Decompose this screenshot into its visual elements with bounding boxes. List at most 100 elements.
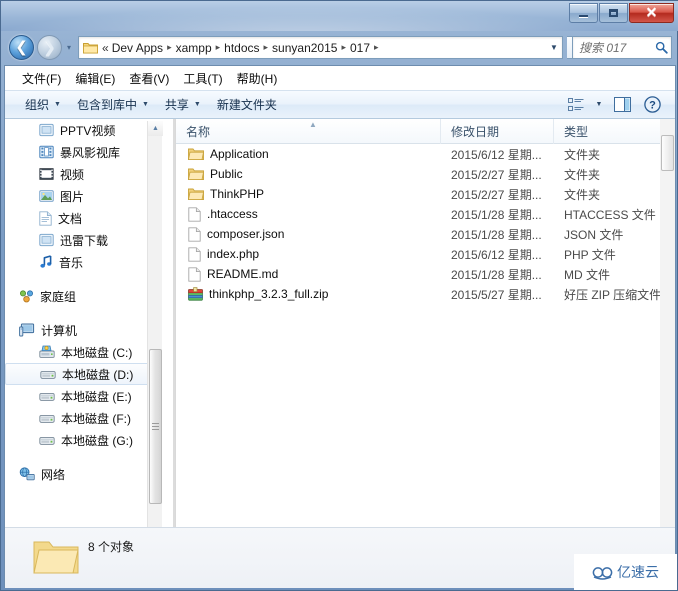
sidebar-item-8[interactable]: 家庭组: [5, 285, 155, 307]
breadcrumb-overflow[interactable]: «: [100, 41, 109, 55]
file-list-pane[interactable]: 名称 ▲ 修改日期 类型 Application 2015/6/12 星期... 文…: [175, 119, 675, 588]
sidebar-item-0[interactable]: PPTV视频: [5, 119, 155, 141]
column-header-date-modified[interactable]: 修改日期: [441, 119, 554, 144]
drive-icon: [39, 389, 55, 403]
drive-icon: [39, 411, 55, 425]
sidebar-item-label: 迅雷下载: [60, 233, 109, 248]
column-header-type[interactable]: 类型: [554, 119, 661, 144]
search-box[interactable]: 搜索 017: [572, 36, 672, 59]
music-icon: [39, 255, 53, 269]
toolbar-organize-label: 组织: [25, 98, 50, 112]
file-date-cell: 2015/6/12 星期...: [451, 147, 542, 162]
forward-button[interactable]: ❯: [37, 35, 62, 60]
sidebar-item-label: 计算机: [41, 323, 78, 338]
file-date-cell: 2015/5/27 星期...: [451, 287, 542, 302]
menu-edit[interactable]: 编辑(E): [68, 67, 122, 90]
toolbar-share[interactable]: 共享 ▼: [157, 92, 209, 117]
breadcrumb-htdocs[interactable]: htdocs: [221, 39, 262, 57]
sidebar-item-17[interactable]: 网络: [5, 463, 155, 485]
column-header-name[interactable]: 名称 ▲: [176, 119, 441, 144]
maximize-button[interactable]: [599, 3, 628, 23]
system-drive-icon: [39, 345, 55, 359]
file-name-cell[interactable]: .htaccess: [176, 206, 441, 222]
file-name-cell[interactable]: Application: [176, 147, 441, 161]
toolbar-organize[interactable]: 组织 ▼: [17, 92, 69, 117]
sidebar-item-label: 本地磁盘 (F:): [61, 411, 131, 426]
menu-view[interactable]: 查看(V): [122, 67, 176, 90]
breadcrumb-xampp[interactable]: xampp: [173, 39, 215, 57]
file-name-cell[interactable]: index.php: [176, 246, 441, 262]
folder-icon: [33, 536, 79, 576]
file-type-cell: 文件夹: [564, 147, 601, 162]
scroll-up-button[interactable]: ▲: [148, 121, 163, 136]
drive-icon: [39, 433, 55, 447]
sidebar-item-14[interactable]: 本地磁盘 (F:): [5, 407, 155, 429]
sidebar-item-11[interactable]: 本地磁盘 (C:): [5, 341, 155, 363]
help-button[interactable]: ?: [639, 94, 665, 116]
menu-tools[interactable]: 工具(T): [176, 67, 229, 90]
breadcrumb-separator[interactable]: ▸: [373, 42, 380, 53]
table-row[interactable]: index.php 2015/6/12 星期... PHP 文件: [176, 244, 661, 264]
folder-icon: [188, 167, 204, 181]
file-name-label: composer.json: [207, 227, 285, 241]
file-name-cell[interactable]: composer.json: [176, 226, 441, 242]
file-name-cell[interactable]: thinkphp_3.2.3_full.zip: [176, 287, 441, 301]
change-view-button[interactable]: [563, 94, 589, 116]
sidebar-item-6[interactable]: 音乐: [5, 251, 155, 273]
back-arrow-icon: ❮: [15, 39, 28, 56]
table-row[interactable]: Public 2015/2/27 星期... 文件夹: [176, 164, 661, 184]
sidebar-item-12[interactable]: 本地磁盘 (D:): [5, 363, 149, 385]
breadcrumb-sunyan2015[interactable]: sunyan2015: [269, 39, 340, 57]
file-name-label: ThinkPHP: [210, 187, 265, 201]
navigation-tree: PPTV视频 暴风影视库 视频 图片 文档 迅雷下载 音乐 家庭组 计算机 本地磁盘 (C:) 本地…: [5, 119, 155, 485]
file-type-cell: JSON 文件: [564, 227, 624, 242]
breadcrumb-017[interactable]: 017: [347, 39, 373, 57]
table-row[interactable]: Application 2015/6/12 星期... 文件夹: [176, 144, 661, 164]
file-date-cell: 2015/1/28 星期...: [451, 227, 542, 242]
close-button[interactable]: ✕: [629, 3, 674, 23]
toolbar-new-folder[interactable]: 新建文件夹: [209, 92, 285, 117]
table-row[interactable]: thinkphp_3.2.3_full.zip 2015/5/27 星期... 好压…: [176, 284, 661, 304]
sidebar-item-10[interactable]: 计算机: [5, 319, 155, 341]
table-row[interactable]: ThinkPHP 2015/2/27 星期... 文件夹: [176, 184, 661, 204]
storm-video-library-icon: [39, 145, 54, 159]
toolbar-include-in-library[interactable]: 包含到库中 ▼: [69, 92, 157, 117]
table-row[interactable]: README.md 2015/1/28 星期... MD 文件: [176, 264, 661, 284]
scrollbar-thumb[interactable]: [661, 135, 674, 171]
address-bar[interactable]: « Dev Apps ▸ xampp ▸ htdocs ▸ sunyan2015…: [78, 36, 563, 59]
menu-help[interactable]: 帮助(H): [230, 67, 285, 90]
search-input[interactable]: 搜索 017: [579, 39, 655, 56]
sidebar-item-13[interactable]: 本地磁盘 (E:): [5, 385, 155, 407]
navigation-pane[interactable]: PPTV视频 暴风影视库 视频 图片 文档 迅雷下载 音乐 家庭组 计算机 本地磁盘 (C:) 本地…: [5, 119, 173, 588]
sidebar-item-15[interactable]: 本地磁盘 (G:): [5, 429, 155, 451]
file-list-vertical-scrollbar[interactable]: [660, 119, 675, 573]
folder-icon: [83, 41, 98, 54]
views-list-icon: [568, 97, 584, 112]
sidebar-item-1[interactable]: 暴风影视库: [5, 141, 155, 163]
change-view-dropdown[interactable]: ▼: [593, 94, 605, 116]
column-header-date-label: 修改日期: [451, 124, 500, 139]
file-type-cell: 文件夹: [564, 167, 601, 182]
sidebar-item-3[interactable]: 图片: [5, 185, 155, 207]
scrollbar-thumb[interactable]: [149, 349, 162, 504]
file-name-cell[interactable]: README.md: [176, 266, 441, 282]
file-name-cell[interactable]: Public: [176, 167, 441, 181]
toolbar-include-in-library-label: 包含到库中: [76, 98, 137, 112]
file-name-cell[interactable]: ThinkPHP: [176, 187, 441, 201]
table-row[interactable]: .htaccess 2015/1/28 星期... HTACCESS 文件: [176, 204, 661, 224]
sidebar-item-2[interactable]: 视频: [5, 163, 155, 185]
minimize-button[interactable]: [569, 3, 598, 23]
sidebar-item-4[interactable]: 文档: [5, 207, 155, 229]
menu-file[interactable]: 文件(F): [15, 67, 68, 90]
recent-pages-button[interactable]: ▾: [64, 43, 74, 53]
address-dropdown-icon[interactable]: ▼: [546, 43, 562, 52]
preview-pane-button[interactable]: [609, 94, 635, 116]
breadcrumb-dev-apps[interactable]: Dev Apps: [109, 39, 166, 57]
thunder-downloads-icon: [39, 233, 54, 247]
navigation-pane-scrollbar[interactable]: ▲ ▼: [147, 121, 163, 584]
table-row[interactable]: composer.json 2015/1/28 星期... JSON 文件: [176, 224, 661, 244]
chevron-down-icon: ▼: [54, 101, 61, 108]
back-button[interactable]: ❮: [9, 35, 34, 60]
sidebar-item-5[interactable]: 迅雷下载: [5, 229, 155, 251]
